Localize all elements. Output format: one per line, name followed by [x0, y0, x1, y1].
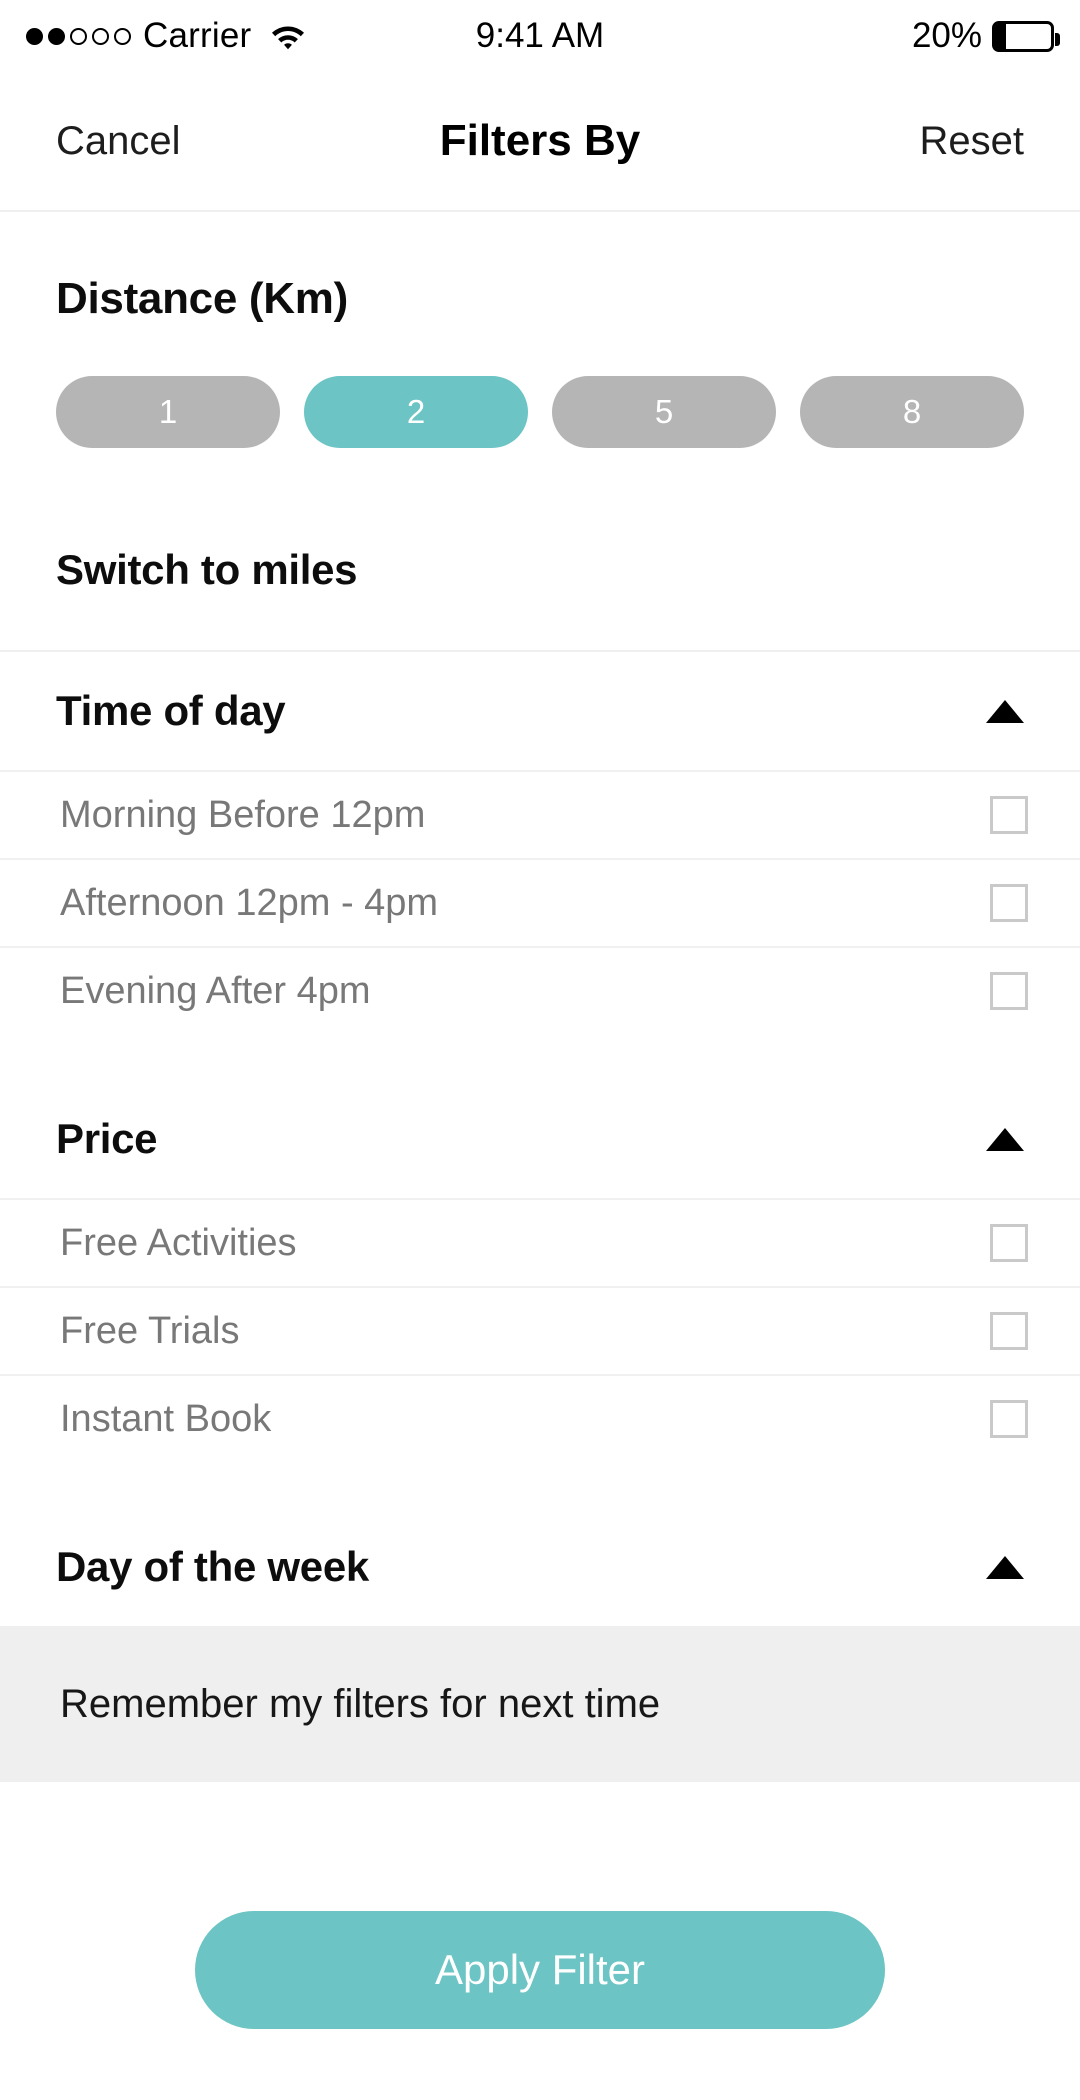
distance-section: Distance (Km) 1 2 5 8: [0, 212, 1080, 448]
option-row-afternoon[interactable]: Afternoon 12pm - 4pm: [0, 858, 1080, 946]
carrier-label: Carrier: [143, 16, 252, 55]
distance-option-8[interactable]: 8: [800, 376, 1024, 448]
section-title-day-of-week: Day of the week: [56, 1543, 369, 1590]
option-label: Evening After 4pm: [60, 969, 371, 1012]
clock-label: 9:41 AM: [475, 16, 605, 55]
caret-up-icon[interactable]: [986, 699, 1024, 723]
status-bar: Carrier 9:41 AM 20%: [0, 0, 1080, 72]
option-label: Morning Before 12pm: [60, 793, 426, 836]
remember-filters-label: Remember my filters for next time: [60, 1681, 661, 1726]
option-row-free-activities[interactable]: Free Activities: [0, 1198, 1080, 1286]
signal-strength-icon: [26, 27, 131, 45]
checkbox-instant-book[interactable]: [990, 1400, 1028, 1438]
option-row-instant-book[interactable]: Instant Book: [0, 1374, 1080, 1462]
battery-percent-label: 20%: [911, 16, 982, 55]
distance-option-2[interactable]: 2: [304, 376, 528, 448]
navigation-bar: Cancel Filters By Reset: [0, 72, 1080, 212]
battery-level-fill: [995, 23, 1007, 49]
distance-option-1[interactable]: 1: [56, 376, 280, 448]
section-title-time-of-day: Time of day: [56, 687, 286, 734]
option-label: Afternoon 12pm - 4pm: [60, 881, 439, 924]
wifi-icon: [269, 21, 307, 51]
section-header-day-of-week[interactable]: Day of the week: [0, 1508, 1080, 1626]
option-label: Free Activities: [60, 1221, 297, 1264]
distance-title: Distance (Km): [56, 274, 348, 323]
caret-up-icon[interactable]: [986, 1555, 1024, 1579]
status-bar-left: Carrier: [26, 16, 307, 56]
reset-button[interactable]: Reset: [920, 119, 1025, 164]
footer-bar: Apply Filter: [0, 1840, 1080, 2100]
distance-options: 1 2 5 8: [56, 376, 1024, 448]
filters-screen: Carrier 9:41 AM 20% Cancel Filters By Re…: [0, 0, 1080, 2100]
switch-to-miles-button[interactable]: Switch to miles: [0, 448, 1080, 652]
option-label: Instant Book: [60, 1397, 272, 1440]
battery-icon: [992, 20, 1060, 52]
option-row-evening[interactable]: Evening After 4pm: [0, 946, 1080, 1034]
checkbox-free-activities[interactable]: [990, 1224, 1028, 1262]
section-header-price[interactable]: Price: [0, 1080, 1080, 1198]
distance-option-5[interactable]: 5: [552, 376, 776, 448]
checkbox-afternoon[interactable]: [990, 884, 1028, 922]
cancel-button[interactable]: Cancel: [56, 119, 181, 164]
option-row-morning[interactable]: Morning Before 12pm: [0, 770, 1080, 858]
section-title-price: Price: [56, 1115, 158, 1162]
caret-up-icon[interactable]: [986, 1127, 1024, 1151]
option-label: Free Trials: [60, 1309, 240, 1352]
checkbox-morning[interactable]: [990, 796, 1028, 834]
section-header-time-of-day[interactable]: Time of day: [0, 652, 1080, 770]
checkbox-evening[interactable]: [990, 972, 1028, 1010]
remember-filters-row[interactable]: Remember my filters for next time: [0, 1626, 1080, 1782]
status-bar-right: 20%: [911, 16, 1060, 56]
apply-filter-button[interactable]: Apply Filter: [195, 1911, 885, 2029]
option-row-free-trials[interactable]: Free Trials: [0, 1286, 1080, 1374]
checkbox-free-trials[interactable]: [990, 1312, 1028, 1350]
